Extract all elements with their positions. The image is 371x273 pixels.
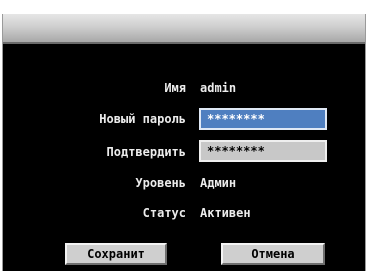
new-password-label: Новый пароль xyxy=(99,112,186,126)
save-button[interactable]: Сохранит xyxy=(65,243,167,265)
status-value: Активен xyxy=(200,206,251,220)
user-edit-dialog: Имя admin Новый пароль ******** Подтверд… xyxy=(2,14,366,271)
level-value: Админ xyxy=(200,176,237,190)
new-password-input[interactable]: ******** xyxy=(199,108,327,130)
level-label: Уровень xyxy=(135,176,186,190)
name-label: Имя xyxy=(164,81,186,95)
dialog-title-bar xyxy=(3,14,365,44)
name-value: admin xyxy=(200,81,237,95)
confirm-password-input[interactable]: ******** xyxy=(199,140,327,162)
cancel-button[interactable]: Отмена xyxy=(221,243,325,265)
confirm-password-label: Подтвердить xyxy=(106,145,186,159)
status-label: Статус xyxy=(142,206,186,220)
